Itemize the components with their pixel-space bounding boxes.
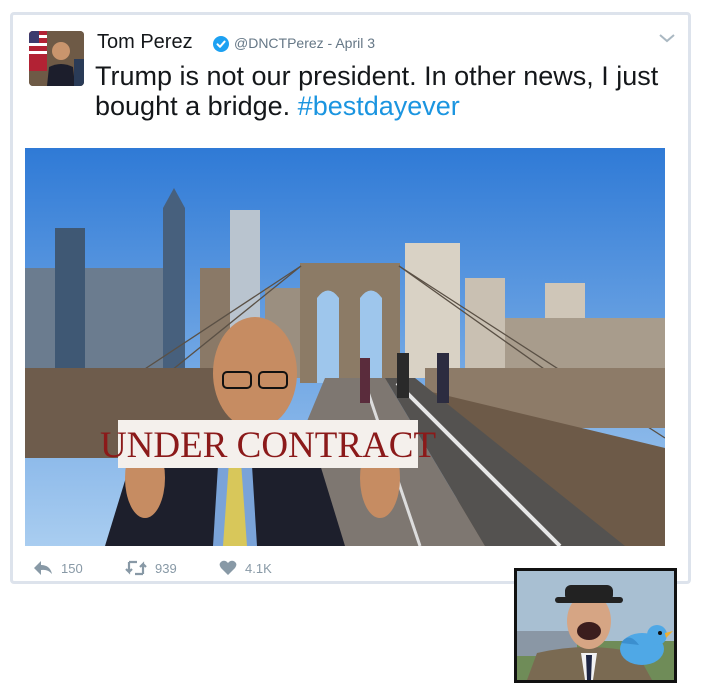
like-action[interactable]: 4.1K xyxy=(219,560,272,576)
reply-action[interactable]: 150 xyxy=(33,560,83,576)
author-handle-date[interactable]: @DNCTPerez - April 3 xyxy=(234,35,375,51)
like-count: 4.1K xyxy=(245,560,272,576)
tweet-text: Trump is not our president. In other new… xyxy=(95,61,675,121)
reply-icon xyxy=(34,561,52,575)
sign-text: UNDER CONTRACT xyxy=(100,425,436,466)
author-name[interactable]: Tom Perez xyxy=(97,31,193,54)
author-avatar[interactable] xyxy=(29,31,84,86)
retweet-count: 939 xyxy=(155,560,177,576)
retweet-action[interactable]: 939 xyxy=(125,560,177,576)
meme-reaction-image xyxy=(514,568,677,683)
hashtag-link[interactable]: #bestdayever xyxy=(298,91,460,121)
tweet-media-image[interactable]: UNDER CONTRACT xyxy=(25,148,665,546)
chevron-down-icon[interactable] xyxy=(658,31,676,45)
like-icon xyxy=(219,560,237,575)
tweet-card[interactable]: Tom Perez @DNCTPerez - April 3 Trump is … xyxy=(10,12,691,584)
verified-badge-icon xyxy=(213,36,229,52)
reply-count: 150 xyxy=(61,560,83,576)
retweet-icon xyxy=(125,560,147,576)
